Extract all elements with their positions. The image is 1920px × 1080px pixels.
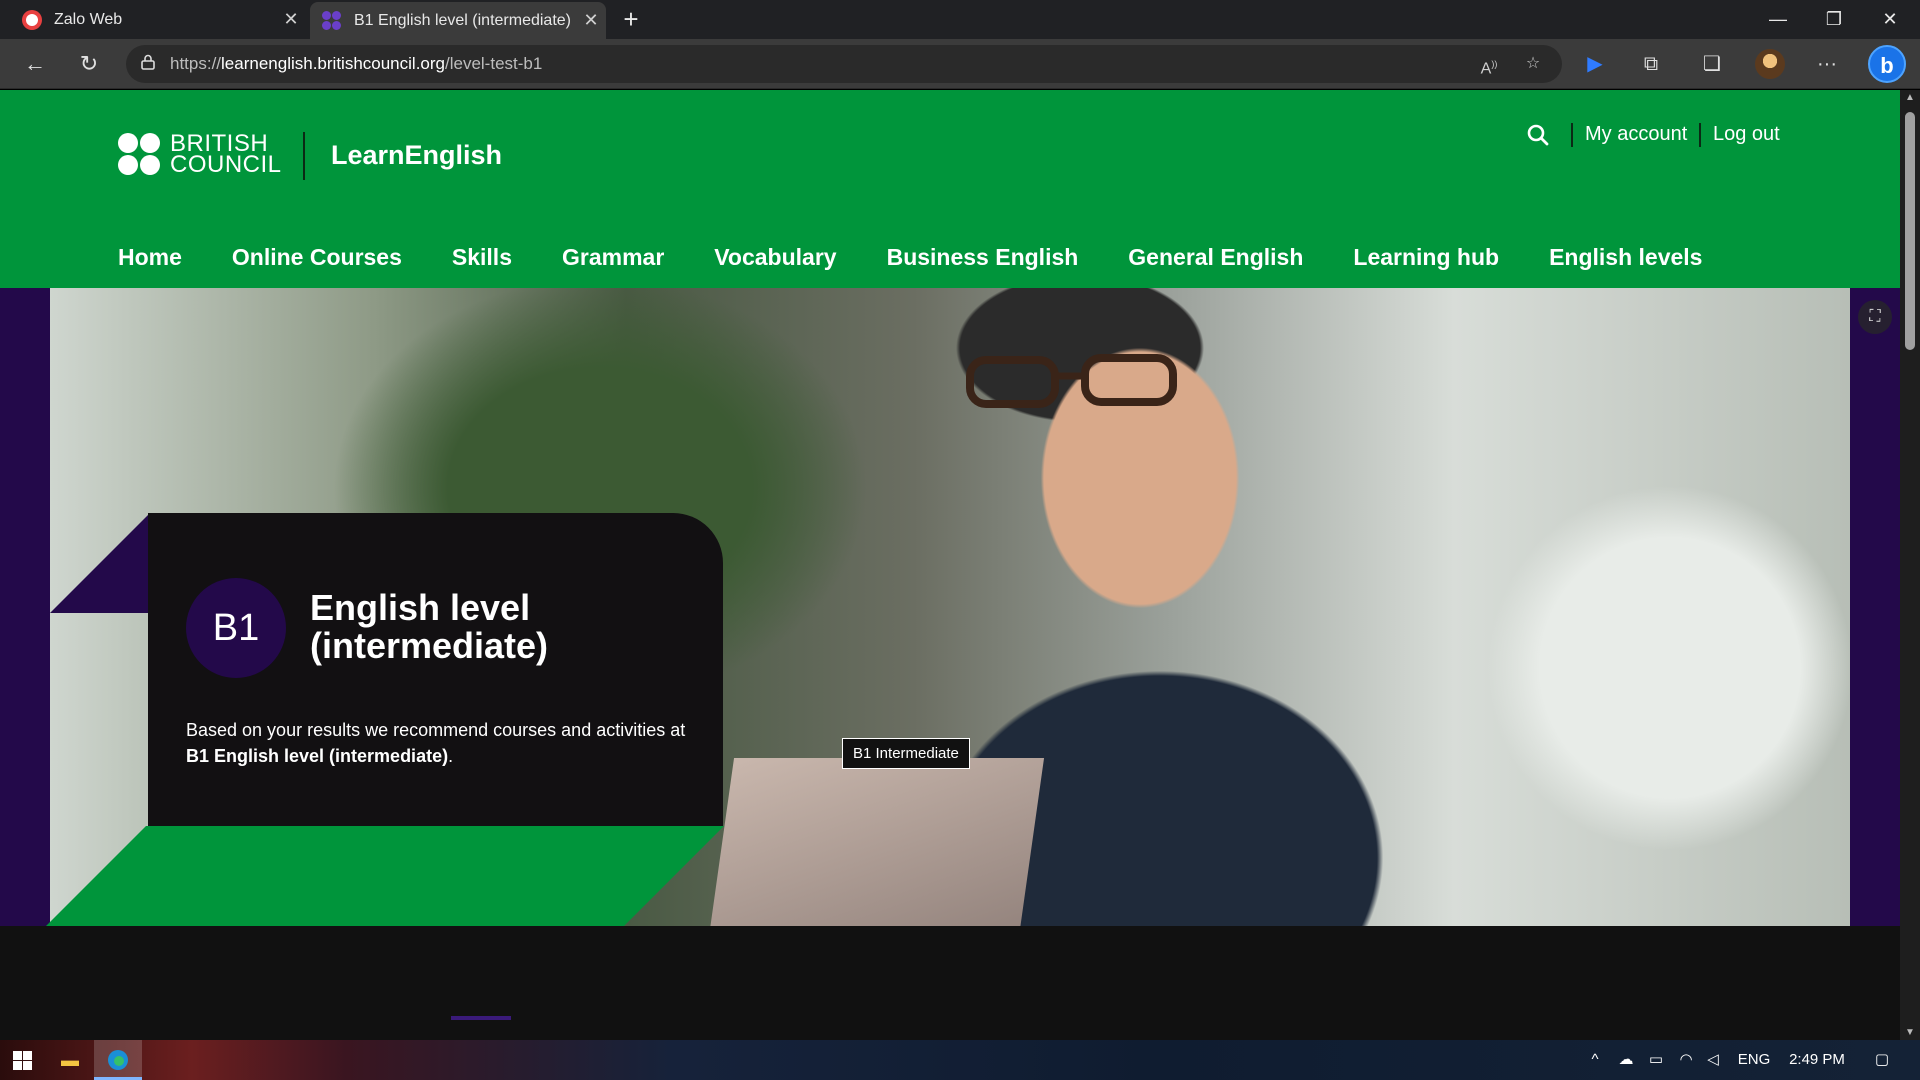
utility-divider: [1699, 123, 1701, 147]
extensions-icon[interactable]: ⧉: [1636, 49, 1666, 79]
windows-start-icon[interactable]: [0, 1040, 44, 1080]
level-badge: B1: [186, 578, 286, 678]
recommended-level: B1 English level (intermediate): [186, 746, 449, 766]
add-favorite-icon[interactable]: ☆: [1522, 53, 1544, 75]
new-tab-button[interactable]: +: [616, 4, 646, 34]
page-viewport: BRITISH COUNCIL LearnEnglish My account …: [0, 90, 1900, 1040]
restore-button[interactable]: ❐: [1806, 0, 1862, 39]
nav-english-levels[interactable]: English levels: [1549, 244, 1702, 271]
decorative-wedge: [50, 513, 150, 613]
copilot-arrow-icon[interactable]: ▶: [1580, 49, 1610, 79]
laptop-image: [705, 758, 1045, 926]
tab-title: B1 English level (intermediate) | L: [354, 11, 576, 29]
scroll-up-icon[interactable]: ▲: [1900, 92, 1920, 103]
more-menu-icon[interactable]: ···: [1812, 49, 1842, 79]
visual-search-icon[interactable]: ⛶: [1858, 300, 1892, 334]
british-council-logo[interactable]: BRITISH COUNCIL: [118, 130, 282, 178]
onedrive-icon[interactable]: ☁: [1612, 1040, 1640, 1080]
wifi-icon[interactable]: ◠: [1672, 1040, 1700, 1080]
active-tab-indicator: [451, 1016, 511, 1020]
url-text[interactable]: https://learnenglish.britishcouncil.org/…: [170, 54, 542, 74]
nav-business-english[interactable]: Business English: [887, 244, 1079, 271]
language-indicator[interactable]: ENG: [1732, 1040, 1776, 1080]
browser-tab-bar: Zalo Web ✕ B1 English level (intermediat…: [0, 0, 1920, 39]
reload-button[interactable]: ↻: [72, 47, 106, 81]
address-toolbar: ← ↻ https://learnenglish.britishcouncil.…: [0, 39, 1920, 89]
hero-banner: ⛶ B1 English level (intermediate) Based …: [0, 288, 1900, 926]
photo-caption: B1 Intermediate: [842, 738, 970, 769]
volume-icon[interactable]: ◁: [1700, 1040, 1726, 1080]
file-explorer-icon[interactable]: ▬: [46, 1040, 94, 1080]
nav-online-courses[interactable]: Online Courses: [232, 244, 402, 271]
level-title: English level (intermediate): [310, 587, 549, 666]
content-band: [0, 926, 1900, 1040]
utility-divider: [1571, 123, 1573, 147]
read-aloud-icon[interactable]: A)): [1478, 53, 1500, 77]
tab-title: Zalo Web: [54, 10, 123, 28]
glasses-image: [966, 354, 1177, 408]
decorative-green-band: [46, 826, 146, 926]
british-council-favicon-icon: [322, 10, 342, 31]
tab-close-icon[interactable]: ✕: [276, 9, 306, 30]
nav-skills[interactable]: Skills: [452, 244, 512, 271]
tab-zalo-web[interactable]: Zalo Web ✕: [0, 0, 306, 39]
edge-icon[interactable]: [94, 1040, 142, 1080]
recommendation-text: Based on your results we recommend cours…: [186, 720, 686, 766]
site-name[interactable]: LearnEnglish: [331, 140, 502, 171]
notifications-icon[interactable]: ▢: [1864, 1040, 1900, 1080]
logo-wordmark: BRITISH COUNCIL: [170, 130, 282, 178]
minimize-button[interactable]: —: [1750, 0, 1806, 39]
nav-vocabulary[interactable]: Vocabulary: [714, 244, 836, 271]
profile-avatar[interactable]: [1755, 49, 1785, 79]
windows-taskbar: ▬ ^ ☁ ▭ ◠ ◁ ENG 2:49 PM ▢: [0, 1040, 1920, 1080]
zalo-favicon-icon: [22, 9, 42, 30]
chevron-up-icon[interactable]: ^: [1582, 1040, 1608, 1080]
decorative-green-band: [146, 826, 624, 926]
scroll-down-icon[interactable]: ▼: [1900, 1027, 1920, 1038]
search-icon[interactable]: [1526, 123, 1550, 147]
close-window-button[interactable]: ✕: [1862, 0, 1918, 39]
log-out-link[interactable]: Log out: [1713, 123, 1780, 146]
british-council-dots-icon: [118, 133, 160, 175]
address-bar[interactable]: https://learnenglish.britishcouncil.org/…: [126, 45, 1562, 83]
clock[interactable]: 2:49 PM: [1782, 1040, 1852, 1080]
nav-general-english[interactable]: General English: [1128, 244, 1303, 271]
nav-home[interactable]: Home: [118, 244, 182, 271]
nav-grammar[interactable]: Grammar: [562, 244, 664, 271]
logo-divider: [303, 132, 305, 180]
my-account-link[interactable]: My account: [1585, 123, 1687, 146]
page-scrollbar[interactable]: ▲ ▼: [1900, 90, 1920, 1040]
battery-icon[interactable]: ▭: [1642, 1040, 1670, 1080]
tab-close-icon[interactable]: ✕: [576, 10, 606, 31]
nav-learning-hub[interactable]: Learning hub: [1353, 244, 1499, 271]
decorative-green-band: [624, 826, 724, 926]
bing-chat-icon[interactable]: b: [1868, 45, 1906, 83]
lock-icon[interactable]: [126, 54, 170, 75]
main-navigation: Home Online Courses Skills Grammar Vocab…: [118, 244, 1752, 271]
collections-icon[interactable]: ❏: [1697, 49, 1727, 79]
tab-b1-english-level[interactable]: B1 English level (intermediate) | L ✕: [310, 2, 606, 39]
site-header: BRITISH COUNCIL LearnEnglish My account …: [0, 90, 1900, 288]
level-result-card: B1 English level (intermediate) Based on…: [148, 513, 723, 826]
scrollbar-thumb[interactable]: [1905, 112, 1915, 350]
back-button[interactable]: ←: [18, 47, 52, 81]
